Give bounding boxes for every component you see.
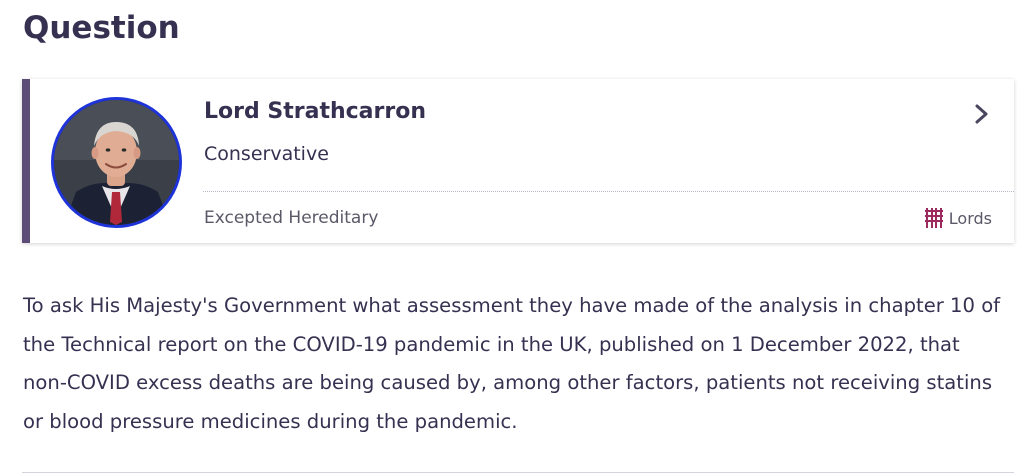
- member-card[interactable]: Lord Strathcarron Conservative Excepted …: [22, 79, 1014, 243]
- member-name[interactable]: Lord Strathcarron: [204, 97, 426, 127]
- card-divider: [203, 191, 1014, 192]
- page-heading: Question: [23, 10, 180, 46]
- question-text: To ask His Majesty's Government what ass…: [23, 294, 1001, 433]
- avatar-portrait: [54, 100, 179, 225]
- member-avatar: [51, 97, 182, 228]
- card-accent-bar: [22, 79, 30, 243]
- section-divider: [22, 472, 1014, 473]
- member-constituency: Excepted Hereditary: [204, 208, 379, 228]
- member-party: Conservative: [204, 143, 329, 165]
- house-label: Lords: [948, 208, 992, 228]
- house-tag: Lords: [924, 206, 992, 230]
- chevron-right-icon[interactable]: [972, 101, 992, 127]
- portcullis-icon: [924, 208, 943, 228]
